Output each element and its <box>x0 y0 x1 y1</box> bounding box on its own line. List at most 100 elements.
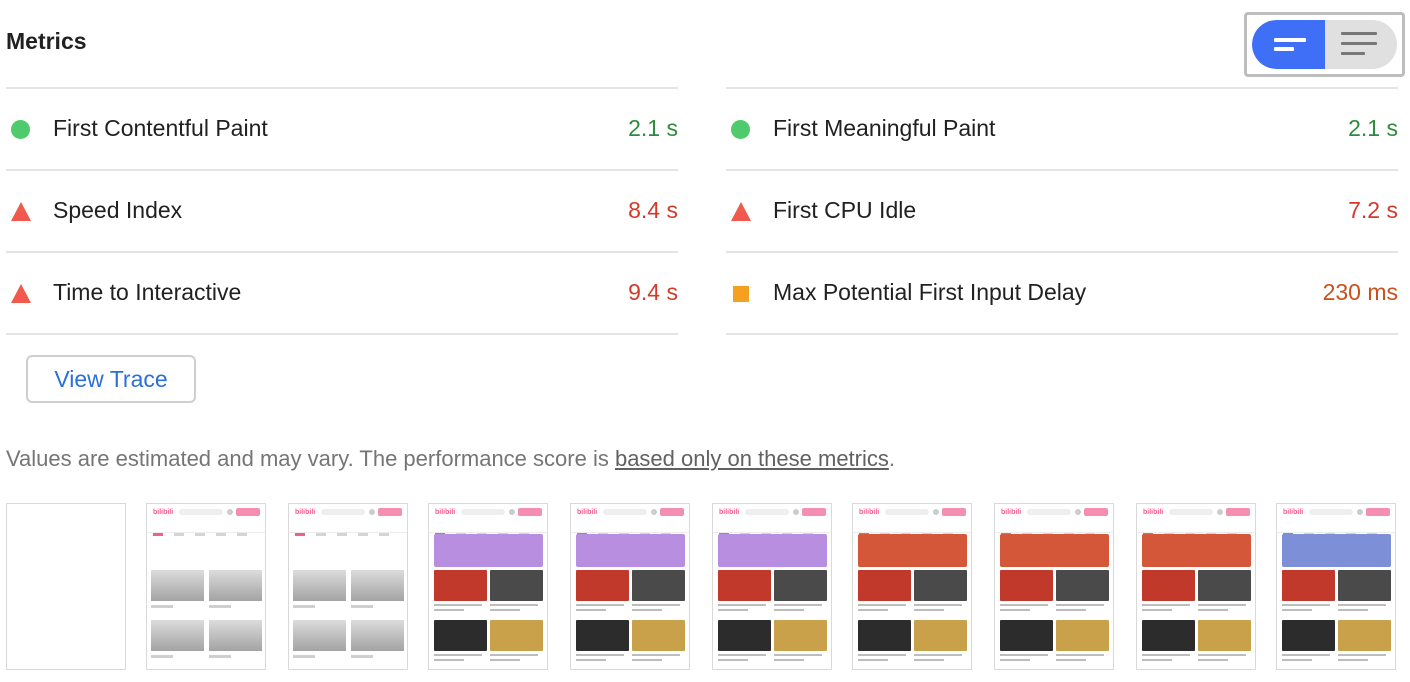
average-square-icon <box>733 286 749 302</box>
thumb-video-tile <box>718 570 771 601</box>
thumb-video-tile <box>490 620 543 651</box>
thumb-video-title <box>576 609 606 611</box>
thumb-video-title <box>434 654 482 656</box>
metric-label: First Contentful Paint <box>53 115 268 141</box>
thumb-avatar <box>509 509 515 515</box>
thumb-placeholder-text <box>293 605 315 608</box>
thumb-placeholder <box>351 570 404 601</box>
thumb-placeholder-text <box>209 605 231 608</box>
thumb-placeholder <box>209 570 262 601</box>
compact-view-button[interactable] <box>1252 20 1325 69</box>
filmstrip-frame: bilibili <box>712 503 832 670</box>
metric-value: 7.2 s <box>1348 197 1398 223</box>
thumb-video-tile <box>1282 620 1335 651</box>
thumb-video-title <box>1000 654 1048 656</box>
thumb-tab <box>316 533 326 536</box>
thumb-banner <box>1282 534 1391 567</box>
thumb-placeholder-text <box>351 655 373 658</box>
thumb-video-title <box>434 609 464 611</box>
thumb-video-tile <box>1000 620 1053 651</box>
filmstrip-frame: bilibili <box>288 503 408 670</box>
view-trace-button[interactable]: View Trace <box>26 355 196 403</box>
thumb-placeholder-text <box>151 655 173 658</box>
thumb-avatar <box>369 509 375 515</box>
filmstrip-frame <box>6 503 126 670</box>
thumb-avatar <box>651 509 657 515</box>
brand-logo: bilibili <box>719 509 740 516</box>
thumb-video-tile <box>576 620 629 651</box>
thumb-banner <box>718 534 827 567</box>
thumb-divider <box>429 532 547 533</box>
thumb-divider <box>147 532 265 533</box>
thumb-video-title <box>858 609 888 611</box>
thumb-download-button <box>378 508 402 516</box>
thumb-placeholder <box>209 620 262 651</box>
thumb-banner <box>434 534 543 567</box>
thumb-search-bar <box>179 509 223 515</box>
thumb-search-bar <box>461 509 505 515</box>
thumb-divider <box>995 532 1113 533</box>
thumb-video-title <box>434 604 482 606</box>
brand-logo: bilibili <box>859 509 880 516</box>
thumb-tabs <box>1283 523 1389 536</box>
thumb-tab <box>358 533 368 536</box>
thumb-video-title <box>1056 609 1086 611</box>
thumb-video-tile <box>774 570 827 601</box>
thumb-video-tile <box>1056 620 1109 651</box>
thumb-video-title <box>914 604 962 606</box>
thumb-video-tile <box>1198 570 1251 601</box>
pass-circle-icon <box>731 120 750 139</box>
thumb-avatar <box>1357 509 1363 515</box>
thumb-placeholder <box>293 620 346 651</box>
thumb-video-title <box>1142 659 1172 661</box>
metric-label: Speed Index <box>53 197 183 223</box>
thumb-video-title <box>632 609 662 611</box>
metric-value: 230 ms <box>1322 279 1398 305</box>
thumb-video-title <box>914 609 944 611</box>
thumb-video-title <box>576 659 606 661</box>
thumb-video-tile <box>1198 620 1251 651</box>
thumb-video-tile <box>774 620 827 651</box>
thumb-tabs <box>435 523 541 536</box>
thumb-video-tile <box>1142 620 1195 651</box>
thumb-tab <box>153 533 163 536</box>
metric-time-to-interactive: Time to Interactive 9.4 s <box>6 253 678 333</box>
brand-logo: bilibili <box>153 509 174 516</box>
thumb-video-title <box>1282 604 1330 606</box>
thumb-video-tile <box>858 570 911 601</box>
thumb-video-title <box>1338 604 1386 606</box>
thumb-video-title <box>774 654 822 656</box>
thumb-video-title <box>1000 659 1030 661</box>
thumb-video-title <box>1198 604 1246 606</box>
thumb-video-title <box>1056 654 1104 656</box>
thumb-video-tile <box>1056 570 1109 601</box>
thumb-tabs <box>295 523 401 536</box>
thumb-divider <box>1137 532 1255 533</box>
thumb-video-tile <box>632 570 685 601</box>
thumb-placeholder-text <box>293 655 315 658</box>
thumb-video-tile <box>1282 570 1335 601</box>
metrics-title: Metrics <box>6 28 87 54</box>
expanded-view-button[interactable] <box>1325 20 1397 69</box>
filmstrip-frame: bilibili <box>852 503 972 670</box>
thumb-placeholder <box>293 570 346 601</box>
thumb-divider <box>1277 532 1395 533</box>
metric-first-cpu-idle: First CPU Idle 7.2 s <box>726 171 1398 251</box>
thumb-tab <box>237 533 247 536</box>
thumb-search-bar <box>603 509 647 515</box>
metrics-info-link[interactable]: based only on these metrics <box>615 446 889 471</box>
thumb-tabs <box>719 523 825 536</box>
thumb-video-tile <box>1000 570 1053 601</box>
thumb-video-tile <box>718 620 771 651</box>
thumb-download-button <box>1226 508 1250 516</box>
thumb-video-title <box>1198 609 1228 611</box>
thumb-video-title <box>632 654 680 656</box>
metric-label: Time to Interactive <box>53 279 242 305</box>
thumb-divider <box>289 532 407 533</box>
view-toggle[interactable] <box>1244 12 1405 77</box>
thumb-tabs <box>577 523 683 536</box>
thumb-video-tile <box>1142 570 1195 601</box>
thumb-video-title <box>1000 604 1048 606</box>
thumb-tabs <box>153 523 259 536</box>
thumb-tabs <box>1143 523 1249 536</box>
